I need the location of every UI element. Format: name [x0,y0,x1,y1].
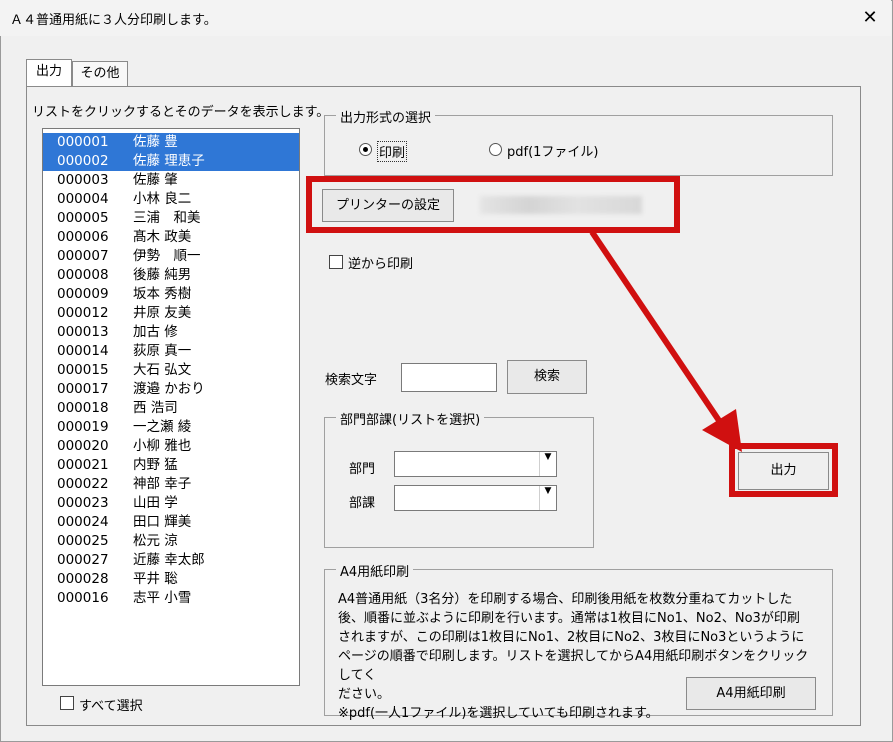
output-button[interactable]: 出力 [738,452,829,490]
a4-desc-line: されますが、この印刷は1枚目にNo1、2枚目にNo2、3枚目にNo3というように [338,630,805,645]
tab-output[interactable]: 出力 [26,59,72,86]
a4-desc-line: 後、順番に並ぶように印刷を行います。通常は1枚目にNo1、No2、No3が印刷 [338,611,800,626]
arrow-shaft [589,230,727,430]
a4-desc-line: A4普通用紙（3名分）を印刷する場合、印刷後用紙を枚数分重ねてカットした [338,592,793,607]
a4-legend: A4用紙印刷 [336,561,414,580]
a4-print-button[interactable]: A4用紙印刷 [686,677,816,710]
